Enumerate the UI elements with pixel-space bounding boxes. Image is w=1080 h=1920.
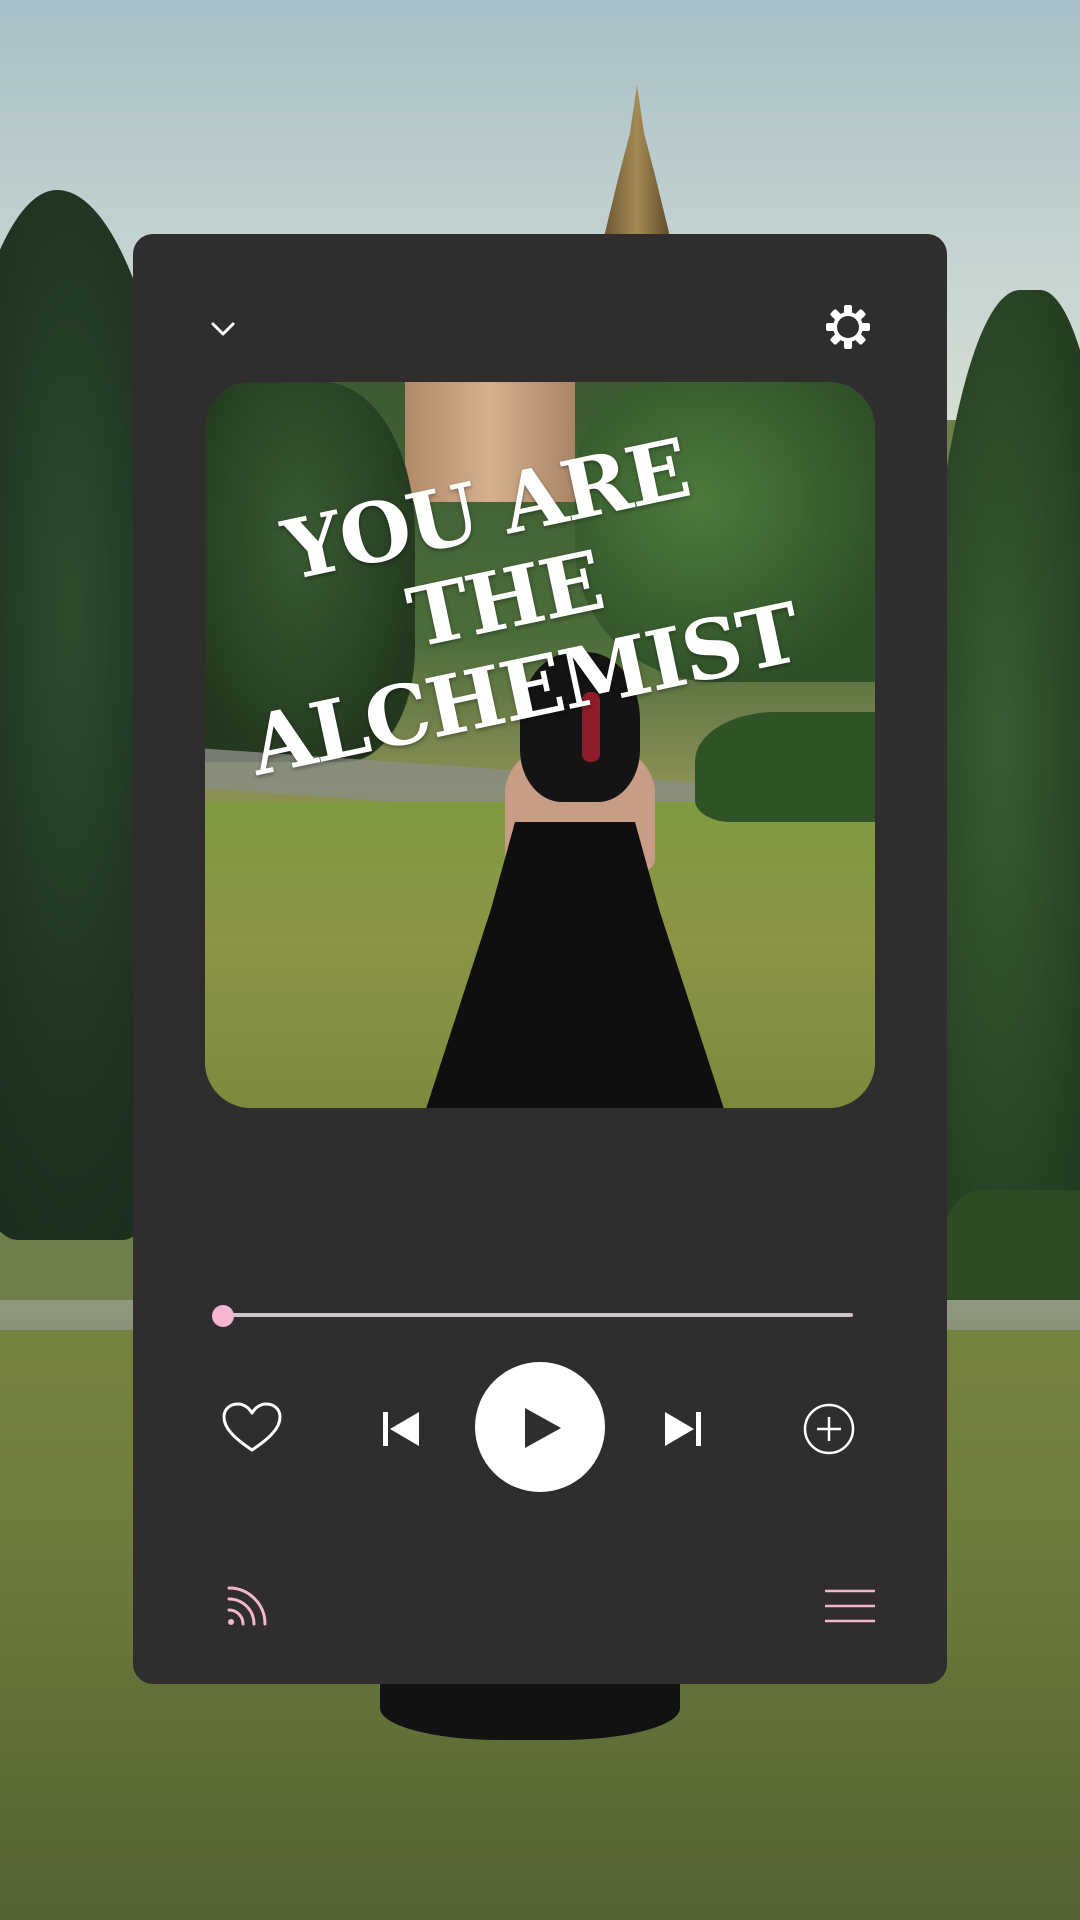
queue-list-icon[interactable] (821, 1586, 879, 1626)
gear-icon[interactable] (823, 302, 873, 352)
cast-icon[interactable] (223, 1582, 271, 1630)
skip-previous-icon[interactable] (379, 1408, 423, 1450)
progress-slider[interactable] (212, 1305, 853, 1327)
chevron-down-icon[interactable] (203, 314, 243, 344)
progress-track[interactable] (223, 1313, 853, 1317)
heart-icon[interactable] (220, 1400, 284, 1456)
album-artwork: YOU ARE THE ALCHEMIST (205, 382, 875, 1108)
play-button[interactable] (475, 1362, 605, 1492)
add-circle-icon[interactable] (802, 1402, 856, 1456)
artwork-hedge (695, 712, 875, 822)
skip-next-icon[interactable] (661, 1408, 705, 1450)
play-icon (525, 1408, 561, 1448)
progress-thumb[interactable] (212, 1305, 234, 1327)
music-player-card: YOU ARE THE ALCHEMIST (133, 234, 947, 1684)
